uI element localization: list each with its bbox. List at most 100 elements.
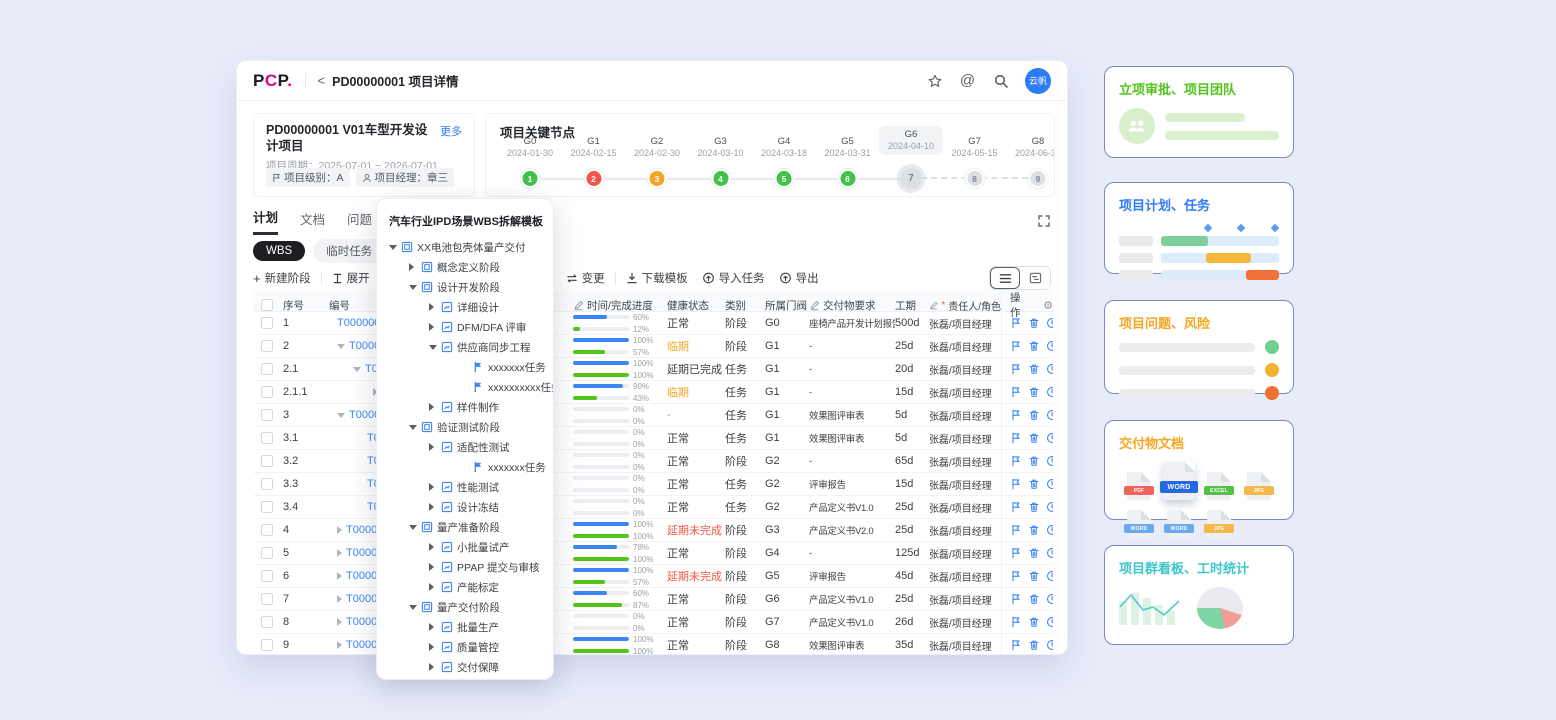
wbs-tree-item[interactable]: 概念定义阶段 xyxy=(377,257,553,277)
tab-plan[interactable]: 计划 xyxy=(253,207,278,235)
row-checkbox[interactable] xyxy=(261,363,273,375)
milestone-dot[interactable]: 1 xyxy=(523,171,538,186)
subtab-temp-task[interactable]: 临时任务 xyxy=(313,239,385,263)
history-action-icon[interactable] xyxy=(1046,409,1053,421)
table-row[interactable]: 3.1T000000060%0%正常任务G1效果图评审表5d张磊/项目经理 xyxy=(253,427,1053,450)
list-view-button[interactable] xyxy=(990,267,1020,289)
row-checkbox[interactable] xyxy=(261,593,273,605)
wbs-tree-item[interactable]: 量产准备阶段 xyxy=(377,517,553,537)
card-approval-team[interactable]: 立项审批、项目团队 xyxy=(1104,66,1294,158)
mention-icon[interactable]: @ xyxy=(959,72,976,89)
expand-button[interactable]: 展开 xyxy=(332,270,370,286)
tab-issues[interactable]: 问题 xyxy=(347,209,372,234)
export-button[interactable]: 导出 xyxy=(779,270,819,286)
pcp-logo[interactable]: PCP. xyxy=(253,71,293,91)
history-action-icon[interactable] xyxy=(1046,639,1053,651)
history-action-icon[interactable] xyxy=(1046,478,1053,490)
milestone-dot[interactable]: 8 xyxy=(967,171,982,186)
history-action-icon[interactable] xyxy=(1046,432,1053,444)
history-action-icon[interactable] xyxy=(1046,317,1053,329)
delete-action-icon[interactable] xyxy=(1028,478,1040,490)
card-kanban-hours[interactable]: 项目群看板、工时统计 xyxy=(1104,545,1294,645)
tree-toggle-icon[interactable] xyxy=(337,344,345,349)
history-action-icon[interactable] xyxy=(1046,386,1053,398)
history-action-icon[interactable] xyxy=(1046,593,1053,605)
tree-right-arrow-icon[interactable] xyxy=(409,263,417,271)
gantt-view-button[interactable] xyxy=(1020,267,1050,289)
delete-action-icon[interactable] xyxy=(1028,455,1040,467)
tree-down-arrow-icon[interactable] xyxy=(409,425,417,430)
flag-action-icon[interactable] xyxy=(1010,409,1022,421)
tree-right-arrow-icon[interactable] xyxy=(429,303,437,311)
search-icon[interactable] xyxy=(992,72,1009,89)
delete-action-icon[interactable] xyxy=(1028,639,1040,651)
wbs-tree-item[interactable]: 产能标定 xyxy=(377,577,553,597)
tree-right-arrow-icon[interactable] xyxy=(429,663,437,671)
milestone-G8[interactable]: G82024-06-309 xyxy=(1001,136,1055,158)
table-row[interactable]: 6T00000012100%57%延期未完成阶段G5评审报告45d张磊/项目经理 xyxy=(253,565,1053,588)
flag-action-icon[interactable] xyxy=(1010,478,1022,490)
file-jpg-icon[interactable]: JPG xyxy=(1207,510,1231,538)
table-row[interactable]: 3T000000050%0%-任务G1效果图评审表5d张磊/项目经理 xyxy=(253,404,1053,427)
milestone-dot[interactable]: 7 xyxy=(901,168,922,189)
column-settings-gear-icon[interactable]: ⚙ xyxy=(1043,299,1053,312)
delete-action-icon[interactable] xyxy=(1028,501,1040,513)
flag-action-icon[interactable] xyxy=(1010,432,1022,444)
delete-action-icon[interactable] xyxy=(1028,317,1040,329)
wbs-tree-item[interactable]: 样件制作 xyxy=(377,397,553,417)
table-row[interactable]: 8T000000140%0%正常阶段G7产品定义书V1.026d张磊/项目经理 xyxy=(253,611,1053,634)
history-action-icon[interactable] xyxy=(1046,501,1053,513)
delete-action-icon[interactable] xyxy=(1028,570,1040,582)
more-link[interactable]: 更多 xyxy=(440,123,462,139)
tree-right-arrow-icon[interactable] xyxy=(429,443,437,451)
wbs-tree-item[interactable]: 供应商同步工程 xyxy=(377,337,553,357)
milestone-dot[interactable]: 3 xyxy=(650,171,665,186)
history-action-icon[interactable] xyxy=(1046,363,1053,375)
subtab-wbs[interactable]: WBS xyxy=(253,241,305,261)
tree-down-arrow-icon[interactable] xyxy=(409,605,417,610)
row-checkbox[interactable] xyxy=(261,340,273,352)
tree-right-arrow-icon[interactable] xyxy=(429,643,437,651)
table-row[interactable]: 5T0000001178%100%正常阶段G4-125d张磊/项目经理 xyxy=(253,542,1053,565)
tree-toggle-icon[interactable] xyxy=(353,367,361,372)
row-checkbox[interactable] xyxy=(261,616,273,628)
history-action-icon[interactable] xyxy=(1046,616,1053,628)
back-arrow-icon[interactable]: < xyxy=(318,73,326,88)
wbs-tree-item[interactable]: xxxxxxx任务 xyxy=(377,457,553,477)
file-word-icon[interactable]: WORD xyxy=(1127,510,1151,538)
milestone-dot[interactable]: 9 xyxy=(1031,171,1046,186)
row-checkbox[interactable] xyxy=(261,524,273,536)
tree-right-arrow-icon[interactable] xyxy=(429,563,437,571)
file-jpg-icon[interactable]: JPG xyxy=(1247,472,1271,500)
milestone-dot[interactable]: 5 xyxy=(777,171,792,186)
row-checkbox[interactable] xyxy=(261,455,273,467)
file-word-icon[interactable]: WORD xyxy=(1163,462,1195,500)
tree-right-arrow-icon[interactable] xyxy=(429,323,437,331)
row-checkbox[interactable] xyxy=(261,547,273,559)
flag-action-icon[interactable] xyxy=(1010,455,1022,467)
delete-action-icon[interactable] xyxy=(1028,432,1040,444)
tree-down-arrow-icon[interactable] xyxy=(409,285,417,290)
row-checkbox[interactable] xyxy=(261,570,273,582)
tab-docs[interactable]: 文档 xyxy=(300,209,325,234)
flag-action-icon[interactable] xyxy=(1010,570,1022,582)
fullscreen-icon[interactable] xyxy=(1037,214,1051,228)
table-row[interactable]: 2.1.1T0000000490%43%临期任务G1-15d张磊/项目经理 xyxy=(253,381,1053,404)
flag-action-icon[interactable] xyxy=(1010,501,1022,513)
tree-right-arrow-icon[interactable] xyxy=(429,403,437,411)
milestone-dot[interactable]: 6 xyxy=(840,171,855,186)
wbs-tree-item[interactable]: 交付保障 xyxy=(377,657,553,677)
delete-action-icon[interactable] xyxy=(1028,593,1040,605)
download-template-button[interactable]: 下载模板 xyxy=(626,270,688,286)
user-avatar[interactable]: 云帆 xyxy=(1025,68,1051,94)
star-icon[interactable] xyxy=(926,72,943,89)
wbs-tree-item[interactable]: PPAP 提交与审核 xyxy=(377,557,553,577)
import-task-button[interactable]: 导入任务 xyxy=(702,270,765,286)
delete-action-icon[interactable] xyxy=(1028,363,1040,375)
milestone-dot[interactable]: 4 xyxy=(713,171,728,186)
wbs-tree-item[interactable]: xxxxxxxxxx任务 xyxy=(377,377,553,397)
delete-action-icon[interactable] xyxy=(1028,524,1040,536)
card-plan-tasks[interactable]: 项目计划、任务 xyxy=(1104,182,1294,274)
history-action-icon[interactable] xyxy=(1046,340,1053,352)
file-pdf-icon[interactable]: PDF xyxy=(1127,472,1151,500)
